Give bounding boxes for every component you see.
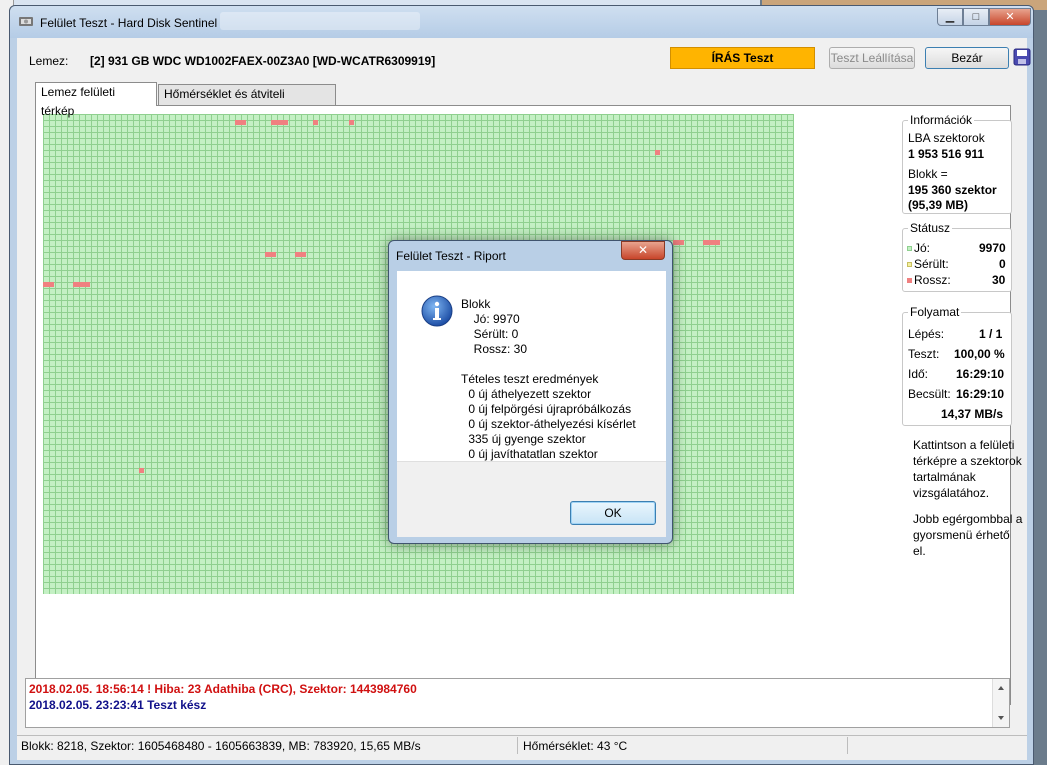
good-value: 9970 (979, 241, 1006, 255)
status-group: Státusz Jó: 9970 Sérült: 0 Rossz: 30 (902, 221, 1012, 292)
dialog-line: Jó: 9970 (467, 312, 520, 326)
write-test-indicator: ÍRÁS Teszt (670, 47, 815, 69)
bad-block[interactable] (655, 150, 660, 155)
disk-label: Lemez: (29, 54, 69, 68)
log-entry-error: 2018.02.05. 18:56:14 ! Hiba: 23 Adathiba… (29, 682, 417, 696)
time-value: 16:29:10 (956, 367, 1005, 381)
estimated-label: Becsült: (908, 387, 951, 401)
dialog-line: Sérült: 0 (467, 327, 519, 341)
scroll-up-icon[interactable] (993, 681, 1009, 695)
dialog-footer: OK (397, 461, 666, 537)
step-label: Lépés: (908, 327, 945, 341)
dialog-line: Rossz: 30 (467, 342, 528, 356)
progress-group: Folyamat Lépés: 1 / 1 Teszt: 100,00 % Id… (902, 305, 1012, 426)
damaged-swatch (907, 262, 912, 268)
good-row: Jó: (907, 241, 930, 255)
tab-surface-map[interactable]: Lemez felületi térkép (35, 82, 157, 118)
maximize-button[interactable]: □ (963, 8, 989, 26)
dialog-line: Blokk (461, 297, 491, 311)
damaged-label: Sérült: (914, 257, 949, 271)
help-line-4: vizsgálatához. (913, 486, 990, 500)
scroll-down-icon[interactable] (993, 711, 1009, 725)
bad-block[interactable] (673, 240, 684, 245)
test-value: 100,00 % (954, 347, 1005, 361)
report-dialog: Felület Teszt - Riport ✕ Blokk Jó: 9970 … (388, 240, 673, 544)
close-window-button[interactable]: ✕ (989, 8, 1031, 26)
status-block-info: Blokk: 8218, Szektor: 1605468480 - 16056… (21, 739, 421, 753)
help-line-7: el. (913, 544, 926, 558)
status-title: Státusz (908, 221, 953, 235)
good-swatch (907, 246, 912, 252)
dialog-line: 0 új felpörgési újrapróbálkozás (465, 402, 632, 416)
dialog-body: Blokk Jó: 9970 Sérült: 0 Rossz: 30 Tétel… (397, 271, 666, 461)
stop-test-button[interactable]: Teszt Leállítása (829, 47, 915, 69)
block-value: 195 360 szektor (908, 183, 997, 197)
bad-block[interactable] (703, 240, 720, 245)
status-temperature: Hőmérséklet: 43 °C (523, 739, 628, 753)
dialog-close-button[interactable]: ✕ (621, 241, 665, 260)
help-line-5: Jobb egérgombbal a (913, 512, 1023, 526)
info-icon (421, 295, 453, 327)
info-group: Információk LBA szektorok 1 953 516 911 … (902, 113, 1012, 214)
dialog-line: 0 új áthelyezett szektor (465, 387, 592, 401)
block-label: Blokk = (908, 167, 948, 181)
block-mb: (95,39 MB) (908, 198, 969, 212)
bad-block[interactable] (139, 468, 144, 473)
bad-row: Rossz: (907, 273, 951, 287)
log-entry-done: 2018.02.05. 23:23:41 Teszt kész (29, 698, 207, 712)
dialog-line: 0 új szektor-áthelyezési kísérlet (465, 417, 636, 431)
lba-value: 1 953 516 911 (908, 147, 985, 161)
title-bar[interactable]: Felület Teszt - Hard Disk Sentinel ▁ □ ✕ (10, 6, 1033, 38)
status-bar: Blokk: 8218, Szektor: 1605468480 - 16056… (17, 735, 1027, 755)
floppy-disk-icon[interactable] (1013, 48, 1031, 66)
tab-temperature-speed[interactable]: Hőmérséklet és átviteli sebesség (158, 84, 336, 120)
step-value: 1 / 1 (979, 327, 1003, 341)
estimated-value: 16:29:10 (956, 387, 1005, 401)
damaged-value: 0 (999, 257, 1006, 271)
bad-swatch (907, 278, 912, 284)
minimize-button[interactable]: ▁ (937, 8, 963, 26)
damaged-row: Sérült: (907, 257, 949, 271)
bad-label: Rossz: (914, 273, 951, 287)
speed-value: 14,37 MB/s (941, 407, 1004, 421)
dialog-title: Felület Teszt - Riport (396, 249, 506, 263)
good-label: Jó: (914, 241, 931, 255)
progress-title: Folyamat (908, 305, 962, 319)
dialog-line: 0 új javíthatatlan szektor (465, 447, 598, 461)
window-title: Felület Teszt - Hard Disk Sentinel (40, 16, 218, 30)
bad-block[interactable] (265, 252, 276, 257)
lba-label: LBA szektorok (908, 131, 985, 145)
bad-block[interactable] (235, 120, 246, 125)
dialog-line: Tételes teszt eredmények (461, 372, 599, 386)
info-title: Információk (908, 113, 975, 127)
app-icon (19, 17, 33, 26)
log-scrollbar[interactable] (992, 679, 1009, 727)
status-separator (847, 737, 848, 754)
test-label: Teszt: (908, 347, 940, 361)
status-separator (517, 737, 518, 754)
bad-block[interactable] (295, 252, 306, 257)
help-line-2: térképre a szektorok (913, 454, 1022, 468)
bad-block[interactable] (271, 120, 288, 125)
time-label: Idő: (908, 367, 929, 381)
bad-block[interactable] (349, 120, 354, 125)
bad-block[interactable] (43, 282, 54, 287)
help-line-6: gyorsmenü érhető (913, 528, 1010, 542)
help-line-3: tartalmának (913, 470, 976, 484)
title-bar-glass (220, 12, 420, 30)
ok-button[interactable]: OK (570, 501, 656, 525)
close-button[interactable]: Bezár (925, 47, 1009, 69)
bad-value: 30 (992, 273, 1006, 287)
disk-name: [2] 931 GB WDC WD1002FAEX-00Z3A0 [WD-WCA… (90, 54, 436, 68)
bad-block[interactable] (313, 120, 318, 125)
event-log[interactable]: 2018.02.05. 18:56:14 ! Hiba: 23 Adathiba… (25, 678, 1010, 728)
help-line-1: Kattintson a felületi (913, 438, 1015, 452)
bad-block[interactable] (73, 282, 90, 287)
dialog-line: 335 új gyenge szektor (465, 432, 586, 446)
